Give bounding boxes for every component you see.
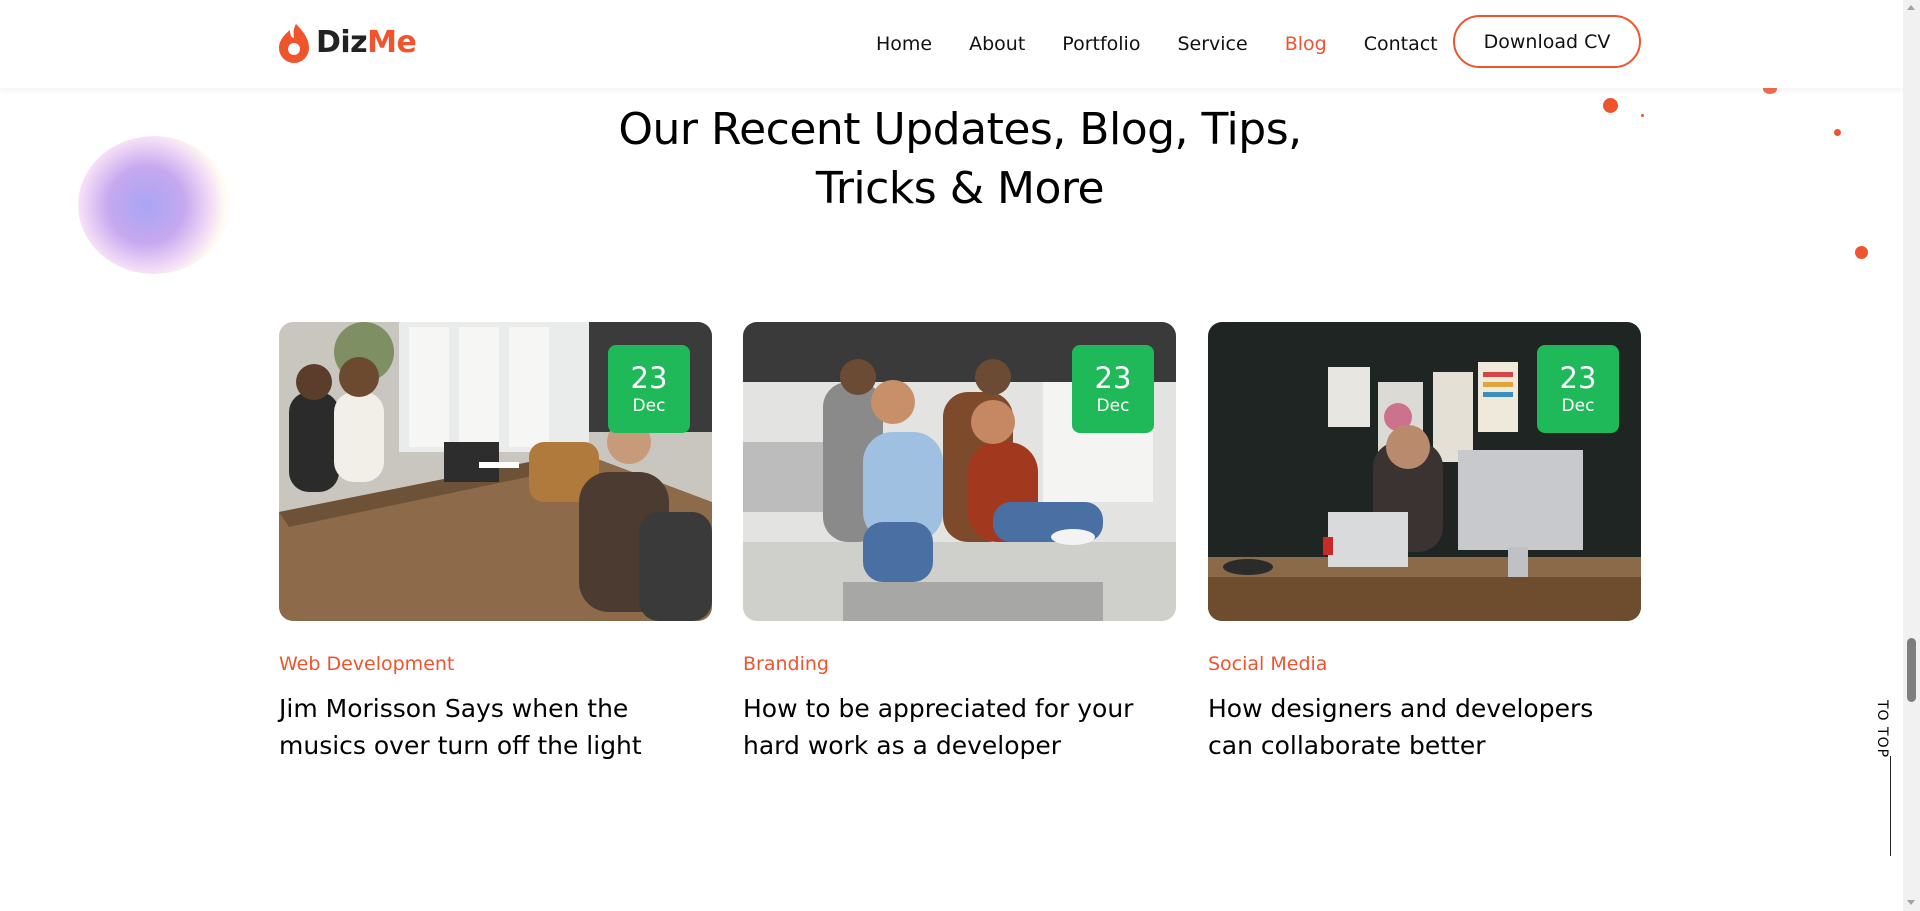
download-cv-button[interactable]: Download CV [1453, 15, 1641, 68]
scroll-up-arrow-icon[interactable] [1907, 5, 1915, 10]
to-top-label[interactable]: TO TOP [1874, 700, 1890, 760]
decor-dot [1641, 114, 1644, 117]
decor-dot [1603, 98, 1618, 113]
watercolor-blob-decoration [78, 136, 230, 274]
date-month: Dec [1096, 396, 1130, 416]
nav-blog[interactable]: Blog [1285, 30, 1327, 58]
section-title-line1: Our Recent Updates, Blog, Tips, [618, 104, 1302, 155]
date-day: 23 [630, 361, 668, 395]
blog-card[interactable]: 23 Dec Social Media How designers and de… [1208, 322, 1641, 764]
nav-service[interactable]: Service [1177, 30, 1247, 58]
section-title-line2: Tricks & More [815, 163, 1105, 214]
main-nav: Home About Portfolio Service Blog Contac… [876, 30, 1438, 58]
decor-dot [1834, 129, 1841, 136]
page-scrollbar[interactable] [1903, 0, 1920, 911]
logo[interactable]: DizMe [278, 20, 417, 66]
post-category[interactable]: Branding [743, 652, 1176, 676]
nav-portfolio[interactable]: Portfolio [1062, 30, 1140, 58]
logo-text-part1: Diz [316, 25, 368, 60]
scrollbar-thumb[interactable] [1907, 638, 1916, 702]
flame-logo-icon [279, 24, 309, 63]
date-badge: 23 Dec [608, 345, 690, 433]
blog-card-image[interactable]: 23 Dec [743, 322, 1176, 621]
post-title[interactable]: How designers and developers can collabo… [1208, 690, 1641, 764]
nav-about[interactable]: About [969, 30, 1025, 58]
nav-home[interactable]: Home [876, 30, 932, 58]
blog-card-image[interactable]: 23 Dec [1208, 322, 1641, 621]
date-day: 23 [1559, 361, 1597, 395]
decor-dot [1855, 246, 1868, 259]
post-category[interactable]: Social Media [1208, 652, 1641, 676]
section-title: Our Recent Updates, Blog, Tips, Tricks &… [540, 100, 1380, 218]
date-month: Dec [1561, 396, 1595, 416]
scroll-down-arrow-icon[interactable] [1907, 900, 1915, 905]
blog-card[interactable]: 23 Dec Web Development Jim Morisson Says… [279, 322, 712, 764]
date-month: Dec [632, 396, 666, 416]
logo-text-part2: Me [367, 25, 417, 60]
nav-contact[interactable]: Contact [1364, 30, 1438, 58]
site-header: DizMe Home About Portfolio Service Blog … [0, 0, 1903, 88]
post-title[interactable]: Jim Morisson Says when the musics over t… [279, 690, 712, 764]
blog-card[interactable]: 23 Dec Branding How to be appreciated fo… [743, 322, 1176, 764]
logo-text: DizMe [316, 25, 417, 60]
post-title[interactable]: How to be appreciated for your hard work… [743, 690, 1176, 764]
page: DizMe Home About Portfolio Service Blog … [0, 0, 1903, 911]
date-day: 23 [1094, 361, 1132, 395]
date-badge: 23 Dec [1072, 345, 1154, 433]
blog-card-image[interactable]: 23 Dec [279, 322, 712, 621]
post-category[interactable]: Web Development [279, 652, 712, 676]
to-top-link[interactable]: TO TOP [1874, 672, 1891, 872]
date-badge: 23 Dec [1537, 345, 1619, 433]
to-top-line [1890, 756, 1891, 856]
